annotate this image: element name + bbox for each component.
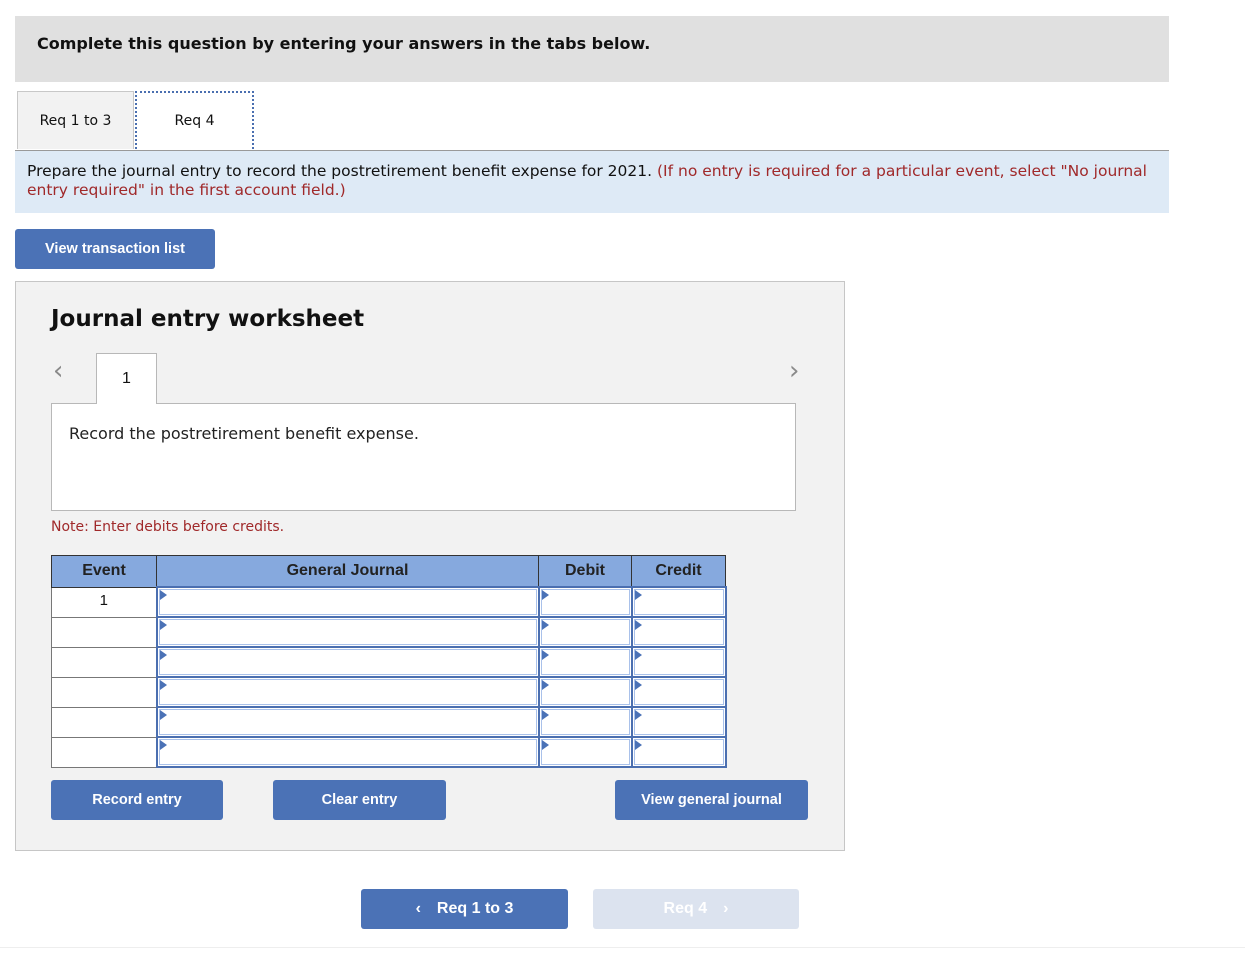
- credit-cell: [630, 706, 727, 738]
- account-cell: [155, 706, 540, 738]
- credit-cell: [630, 616, 727, 648]
- event-cell: [51, 706, 157, 738]
- chevron-right-icon[interactable]: ›: [789, 356, 799, 386]
- account-cell: [155, 646, 540, 678]
- journal-row: [51, 676, 727, 708]
- account-input[interactable]: [158, 619, 537, 645]
- entry-description-box: Record the postretirement benefit expens…: [51, 403, 796, 511]
- journal-row: [51, 706, 727, 738]
- account-input[interactable]: [158, 679, 537, 705]
- entry-description: Record the postretirement benefit expens…: [69, 424, 419, 443]
- journal-table-header: Event General Journal Debit Credit: [51, 555, 726, 588]
- journal-row: [51, 616, 727, 648]
- journal-table: Event General Journal Debit Credit 1: [51, 555, 727, 768]
- account-input[interactable]: [158, 709, 537, 735]
- page-bottom-divider: [0, 947, 1245, 948]
- account-cell: [155, 586, 540, 618]
- question-header-title: Complete this question by entering your …: [37, 34, 651, 53]
- debit-input[interactable]: [540, 739, 630, 765]
- entry-tab-1[interactable]: 1: [96, 353, 157, 404]
- debit-input[interactable]: [540, 619, 630, 645]
- chevron-right-icon: ›: [723, 900, 729, 917]
- debit-cell: [537, 616, 633, 648]
- next-requirement-label: Req 4: [663, 900, 708, 917]
- debit-cell: [537, 736, 633, 768]
- header-event: Event: [51, 555, 157, 588]
- credit-input[interactable]: [633, 709, 724, 735]
- header-credit: Credit: [631, 555, 726, 588]
- debit-input[interactable]: [540, 709, 630, 735]
- chevron-left-icon[interactable]: ‹: [53, 356, 63, 386]
- credit-input[interactable]: [633, 739, 724, 765]
- tab-req-4[interactable]: Req 4: [135, 91, 254, 149]
- prev-requirement-button[interactable]: ‹ Req 1 to 3: [361, 889, 568, 929]
- credit-cell: [630, 586, 727, 618]
- debit-cell: [537, 706, 633, 738]
- debit-input[interactable]: [540, 649, 630, 675]
- account-cell: [155, 736, 540, 768]
- event-cell: [51, 736, 157, 768]
- credit-input[interactable]: [633, 679, 724, 705]
- view-transaction-list-button[interactable]: View transaction list: [15, 229, 215, 269]
- header-debit: Debit: [538, 555, 632, 588]
- account-input[interactable]: [158, 649, 537, 675]
- view-general-journal-button[interactable]: View general journal: [615, 780, 808, 820]
- credit-input[interactable]: [633, 649, 724, 675]
- event-cell: 1: [51, 586, 157, 618]
- debit-cell: [537, 586, 633, 618]
- credit-cell: [630, 676, 727, 708]
- journal-row: [51, 736, 727, 768]
- debit-cell: [537, 676, 633, 708]
- credit-cell: [630, 736, 727, 768]
- tab-req-1-to-3[interactable]: Req 1 to 3: [17, 91, 134, 149]
- prev-requirement-label: Req 1 to 3: [436, 900, 514, 917]
- journal-row: 1: [51, 586, 727, 618]
- debit-cell: [537, 646, 633, 678]
- account-cell: [155, 616, 540, 648]
- debit-input[interactable]: [540, 679, 630, 705]
- instructions-panel: Prepare the journal entry to record the …: [15, 151, 1169, 213]
- credit-input[interactable]: [633, 619, 724, 645]
- worksheet-title: Journal entry worksheet: [51, 306, 365, 332]
- credit-input[interactable]: [633, 589, 724, 615]
- journal-entry-worksheet: Journal entry worksheet ‹ 1 › Record the…: [15, 281, 845, 851]
- journal-row: [51, 646, 727, 678]
- debit-input[interactable]: [540, 589, 630, 615]
- event-cell: [51, 616, 157, 648]
- question-header: Complete this question by entering your …: [15, 16, 1169, 82]
- account-cell: [155, 676, 540, 708]
- account-input[interactable]: [158, 589, 537, 615]
- credit-cell: [630, 646, 727, 678]
- clear-entry-button[interactable]: Clear entry: [273, 780, 446, 820]
- record-entry-button[interactable]: Record entry: [51, 780, 223, 820]
- next-requirement-button: Req 4 ›: [593, 889, 799, 929]
- header-general-journal: General Journal: [156, 555, 539, 588]
- instructions-text: Prepare the journal entry to record the …: [27, 162, 653, 180]
- debits-note: Note: Enter debits before credits.: [51, 519, 285, 535]
- event-cell: [51, 676, 157, 708]
- event-cell: [51, 646, 157, 678]
- chevron-left-icon: ‹: [415, 900, 421, 917]
- account-input[interactable]: [158, 739, 537, 765]
